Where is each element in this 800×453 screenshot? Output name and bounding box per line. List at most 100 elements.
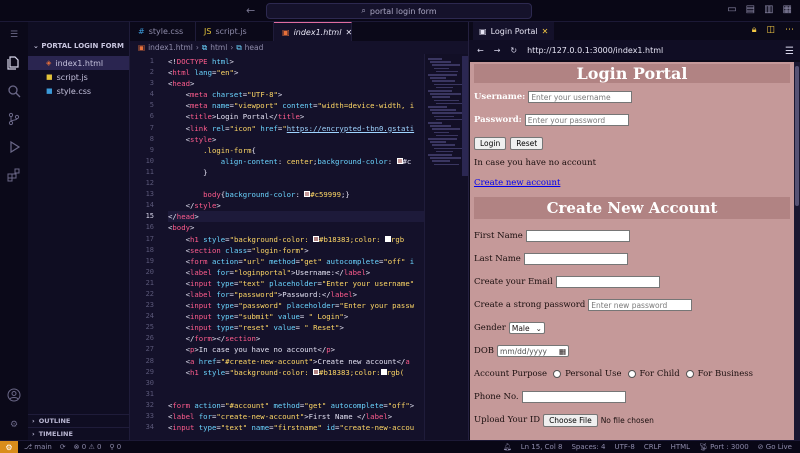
line-number: 22	[145, 289, 154, 298]
file-item-script-js[interactable]: ■ script.js	[28, 70, 129, 84]
code-line: <a href="#create-new-account">Create new…	[185, 356, 410, 366]
js-file-icon: JS	[204, 27, 212, 36]
login-button[interactable]: Login	[474, 136, 507, 150]
bell-icon[interactable]: 🔔︎	[503, 443, 512, 451]
explorer-icon[interactable]	[5, 54, 23, 72]
minimap-line	[436, 86, 453, 89]
split-icon[interactable]: ▦	[783, 4, 792, 15]
code-line: <input type="submit" value= " Login">	[185, 312, 349, 322]
choose-file-button[interactable]: Choose File	[543, 413, 598, 427]
settings-gear-icon[interactable]: ⚙	[5, 416, 23, 434]
tab-label: script.js	[215, 27, 247, 36]
file-item-style-css[interactable]: ■ style.css	[28, 84, 129, 98]
file-name: style.css	[56, 86, 92, 96]
outline-section[interactable]: › OUTLINE	[28, 414, 129, 427]
phone-label: Phone No.	[474, 392, 519, 402]
js-file-icon: ■	[46, 73, 53, 81]
indent-setting[interactable]: Spaces: 4	[571, 443, 605, 451]
line-number: 32	[145, 400, 154, 409]
gender-label: Gender	[474, 323, 506, 333]
split-editor-icon[interactable]: ◫	[766, 25, 775, 35]
source-control-icon[interactable]	[5, 110, 23, 128]
reset-button[interactable]: Reset	[510, 136, 544, 150]
create-account-link[interactable]: Create new account	[474, 178, 560, 188]
page-scrollbar-thumb[interactable]	[795, 66, 799, 206]
minimap-line	[432, 144, 455, 146]
minimap-line	[434, 131, 449, 134]
code-line: <title>Login Portal</title>	[185, 112, 305, 122]
username-input[interactable]: Enter your username	[528, 91, 633, 103]
tab-index1-html[interactable]: ▣ index1.html ✕	[274, 22, 352, 41]
go-live-button[interactable]: ⊘ Go Live	[758, 443, 792, 451]
problems-indicator[interactable]: ⊗ 0 ⚠ 0	[74, 443, 102, 451]
code-line: <style>	[185, 134, 217, 144]
account-icon[interactable]	[5, 386, 23, 404]
tab-script-js[interactable]: JS script.js	[196, 22, 274, 41]
email-input[interactable]	[555, 276, 660, 288]
code-line-current: </head>	[168, 211, 424, 223]
browser-url-bar: ← → ↻ http://127.0.0.1:3000/index1.html	[469, 40, 800, 60]
extensions-icon[interactable]	[5, 166, 23, 184]
forward-arrow-icon[interactable]: →	[494, 46, 501, 55]
code-line: <input type="password" placeholder="Ente…	[185, 301, 415, 311]
explorer-folder-title[interactable]: ⌄ PORTAL LOGIN FORM	[28, 22, 129, 56]
close-icon[interactable]: ✕	[542, 27, 549, 36]
element-icon: ⧉	[201, 42, 208, 52]
gender-select[interactable]: Male ⌄	[508, 322, 545, 334]
menu-icon[interactable]: ☰	[5, 26, 23, 44]
timeline-section[interactable]: › TIMELINE	[28, 427, 129, 440]
antenna-icon: ⚲	[109, 443, 117, 451]
hamburger-menu-icon[interactable]: ☰	[785, 46, 794, 57]
encoding-setting[interactable]: UTF-8	[614, 443, 634, 451]
browser-tab[interactable]: ▣ Login Portal ✕	[473, 22, 555, 40]
more-icon[interactable]: ⋯	[785, 25, 794, 35]
url-input[interactable]: http://127.0.0.1:3000/index1.html	[527, 46, 663, 55]
strong-password-input[interactable]: Enter new password	[588, 299, 693, 311]
phone-input[interactable]	[521, 391, 626, 403]
layout-icon[interactable]: ▭	[727, 4, 736, 15]
port-indicator[interactable]: 📡︎ Port : 3000	[699, 443, 749, 451]
panel-icon[interactable]: ▤	[746, 4, 755, 15]
language-mode[interactable]: HTML	[671, 443, 690, 451]
close-tab-icon[interactable]: ✕	[345, 28, 352, 37]
branch-indicator[interactable]: ⎇ main	[24, 443, 52, 451]
purpose-radio-business[interactable]	[685, 370, 694, 378]
purpose-radio-personal[interactable]	[553, 370, 562, 378]
lock-icon[interactable]: 🔒︎	[752, 25, 757, 35]
remote-icon[interactable]: ⚙	[0, 440, 18, 453]
breadcrumb-item[interactable]: html	[210, 43, 227, 52]
code-line: <form action="#account" method="get" aut…	[168, 400, 415, 410]
purpose-radio-child[interactable]	[627, 370, 636, 378]
first-name-input[interactable]	[525, 230, 630, 242]
last-name-input[interactable]	[523, 253, 628, 265]
calendar-icon[interactable]: ▦	[559, 347, 566, 356]
eol-setting[interactable]: CRLF	[644, 443, 662, 451]
code-line: <input type="text" placeholder="Enter yo…	[185, 278, 415, 288]
minimap-line	[428, 90, 452, 92]
command-center-search[interactable]: ⌕ portal login form	[266, 3, 532, 19]
title-bar: ← → ⌕ portal login form ▭ ▤ ▥ ▦	[0, 0, 800, 22]
breadcrumb-item[interactable]: head	[245, 43, 264, 52]
search-icon[interactable]	[5, 82, 23, 100]
reload-icon[interactable]: ↻	[510, 46, 517, 55]
file-item-index1-html[interactable]: ◈ index1.html	[28, 56, 129, 70]
no-file-text: No file chosen	[600, 415, 654, 425]
back-arrow-icon[interactable]: ←	[477, 46, 484, 55]
code-editor[interactable]: 1 2 3 4 5 6 7 8 9 10 11 12 13 14 15 16 17 18 19 20 21 22 23 24 2…	[130, 54, 468, 440]
minimap-line	[436, 134, 458, 137]
dob-input[interactable]: mm/dd/yyyy ▦	[497, 345, 570, 357]
browser-tab-title: Login Portal	[490, 26, 538, 36]
sidebar-toggle-icon[interactable]: ▥	[764, 4, 773, 15]
line-number: 25	[145, 323, 154, 332]
breadcrumb-item[interactable]: index1.html	[148, 43, 193, 52]
gender-value: Male	[511, 323, 530, 333]
code-line: .login-form{	[203, 145, 256, 155]
cursor-position[interactable]: Ln 15, Col 8	[521, 443, 563, 451]
tab-style-css[interactable]: # style.css	[130, 22, 196, 41]
code-lines[interactable]: <!DOCTYPE html> <html lang="en"> <head> …	[168, 56, 424, 433]
run-debug-icon[interactable]	[5, 138, 23, 156]
ports-indicator[interactable]: ⚲ 0	[109, 443, 121, 451]
password-input[interactable]: Enter your password	[524, 114, 629, 126]
sync-icon[interactable]: ⟳	[60, 443, 66, 451]
minimap-line	[436, 118, 463, 121]
